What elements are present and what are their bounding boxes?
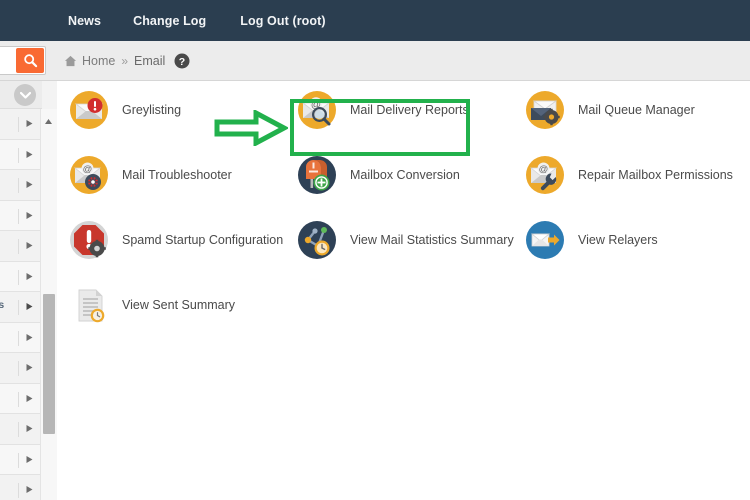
chevron-down-circle-icon[interactable]: [14, 83, 36, 106]
svg-text:@: @: [83, 164, 93, 175]
tile-mail-troubleshooter[interactable]: @ Mail Troubleshooter: [69, 146, 232, 204]
sidebar-item-list: ns: [0, 109, 40, 500]
sidebar-item[interactable]: [0, 170, 40, 201]
svg-text:?: ?: [179, 56, 185, 68]
sidebar-item[interactable]: [0, 200, 40, 231]
triangle-right-icon: [25, 302, 34, 311]
search-box[interactable]: [0, 46, 46, 75]
main-content: Greylisting @ Mail Delivery Reports Mail…: [57, 81, 750, 500]
envelope-at-bug-icon: @: [69, 155, 109, 195]
tile-label: Greylisting: [122, 103, 182, 117]
stop-alert-gear-icon: [69, 220, 109, 260]
breadcrumb-current: Email: [134, 54, 166, 68]
triangle-right-icon: [25, 119, 34, 128]
triangle-right-icon: [25, 150, 34, 159]
sidebar-item[interactable]: [0, 139, 40, 170]
topnav-item-log-out[interactable]: Log Out (root): [240, 14, 325, 28]
sidebar-item-label: ns: [0, 299, 5, 311]
sidebar-item[interactable]: [0, 414, 40, 445]
sidebar-item[interactable]: [0, 231, 40, 262]
sidebar-scrollbar[interactable]: [40, 109, 57, 500]
triangle-right-icon: [25, 455, 34, 464]
tile-greylisting[interactable]: Greylisting: [69, 81, 181, 139]
topnav-item-news[interactable]: News: [68, 14, 101, 28]
sidebar-item-active[interactable]: ns: [0, 292, 40, 323]
tile-mail-delivery-reports[interactable]: @ Mail Delivery Reports: [297, 81, 469, 139]
search-icon: [23, 54, 37, 68]
tile-label: Spamd Startup Configuration: [122, 233, 284, 247]
tile-mailbox-conversion[interactable]: Mailbox Conversion: [297, 146, 460, 204]
triangle-right-icon: [25, 180, 34, 189]
triangle-right-icon: [25, 485, 34, 494]
tile-label: View Sent Summary: [122, 298, 236, 312]
envelope-alert-icon: [69, 90, 109, 130]
sidebar-item[interactable]: [0, 261, 40, 292]
svg-text:@: @: [539, 164, 549, 175]
tile-label: Mail Queue Manager: [578, 103, 695, 117]
search-button[interactable]: [16, 48, 44, 73]
sidebar-scrollbar-thumb[interactable]: [43, 294, 55, 434]
triangle-right-icon: [25, 394, 34, 403]
sidebar-item[interactable]: [0, 383, 40, 414]
sidebar-item[interactable]: [0, 109, 40, 140]
top-navigation-bar: News Change Log Log Out (root): [0, 0, 750, 41]
tile-label: View Mail Statistics Summary: [350, 233, 514, 247]
home-icon: [64, 55, 77, 67]
sidebar-item[interactable]: [0, 444, 40, 475]
triangle-right-icon: [25, 272, 34, 281]
envelope-at-search-icon: @: [297, 90, 337, 130]
tile-label: Mail Troubleshooter: [122, 168, 232, 182]
breadcrumb: Home » Email ?: [64, 41, 190, 81]
breadcrumb-home[interactable]: Home: [82, 54, 115, 68]
tile-label: Mail Delivery Reports: [350, 103, 469, 117]
breadcrumb-separator: »: [121, 54, 129, 68]
network-chart-clock-icon: [297, 220, 337, 260]
envelope-at-wrench-icon: @: [525, 155, 565, 195]
sidebar-item[interactable]: [0, 353, 40, 384]
sidebar-collapse-bar[interactable]: [0, 81, 42, 109]
mailbox-plus-icon: [297, 155, 337, 195]
triangle-right-icon: [25, 333, 34, 342]
tile-view-sent-summary[interactable]: View Sent Summary: [69, 276, 235, 334]
tile-label: View Relayers: [578, 233, 658, 247]
whm-email-page: News Change Log Log Out (root) Home » Em…: [0, 0, 750, 500]
document-clock-icon: [69, 285, 109, 325]
tile-label: Repair Mailbox Permissions: [578, 168, 733, 182]
topnav-item-change-log[interactable]: Change Log: [133, 14, 206, 28]
breadcrumb-bar: Home » Email ?: [0, 41, 750, 81]
tile-view-mail-statistics-summary[interactable]: View Mail Statistics Summary: [297, 211, 514, 269]
triangle-right-icon: [25, 363, 34, 372]
envelope-arrow-icon: [525, 220, 565, 260]
sidebar-item[interactable]: [0, 322, 40, 353]
feature-tile-grid: Greylisting @ Mail Delivery Reports Mail…: [57, 81, 750, 323]
help-circle-icon[interactable]: ?: [174, 53, 190, 69]
sidebar: ns: [0, 81, 57, 500]
triangle-right-icon: [25, 211, 34, 220]
triangle-right-icon: [25, 241, 34, 250]
tile-label: Mailbox Conversion: [350, 168, 460, 182]
tile-view-relayers[interactable]: View Relayers: [525, 211, 658, 269]
search-input[interactable]: [0, 48, 16, 73]
tile-repair-mailbox-permissions[interactable]: @ Repair Mailbox Permissions: [525, 146, 733, 204]
sidebar-item[interactable]: [0, 475, 40, 500]
envelopes-gear-icon: [525, 90, 565, 130]
triangle-right-icon: [25, 424, 34, 433]
tile-spamd-startup-configuration[interactable]: Spamd Startup Configuration: [69, 211, 283, 269]
tile-mail-queue-manager[interactable]: Mail Queue Manager: [525, 81, 695, 139]
triangle-up-icon[interactable]: [44, 112, 53, 130]
